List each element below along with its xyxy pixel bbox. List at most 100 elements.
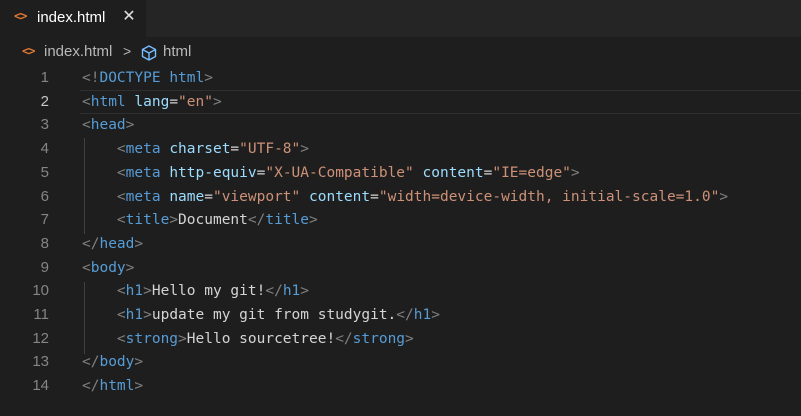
code-token: > [300,283,310,300]
code-line[interactable]: 9 <body> [0,256,801,280]
code-token: > [134,235,144,252]
breadcrumb-file[interactable]: index.html [44,43,112,60]
code-token: </ [335,330,353,347]
code-token: > [143,283,152,300]
code-token: > [204,70,213,86]
code-token: "width=device-width, initial-scale=1.0" [378,188,720,205]
code-text: <title>Document</title> [82,208,318,232]
code-token: h1 [125,307,144,323]
line-number: 4 [40,140,49,158]
code-token: > [719,188,729,205]
code-text: <strong>Hello sourcetree!</strong> [82,327,414,351]
code-line[interactable]: 2 <html lang="en"> [0,89,801,114]
line-number: 8 [40,234,49,252]
code-line[interactable]: 3 <head> [0,113,801,137]
code-token: </ [247,212,266,229]
code-token: DOCTYPE [99,70,170,86]
code-line[interactable]: 11 <h1>update my git from studygit.</h1> [0,303,801,327]
code-token: > [405,330,414,347]
code-token: = [204,188,213,205]
code-text: <meta charset="UTF-8"> [82,137,309,161]
code-token: head [90,117,126,134]
code-text: <html lang="en"> [82,90,222,114]
code-text: </html> [82,374,143,398]
breadcrumb-symbol[interactable]: html [163,43,191,60]
code-text: </head> [82,232,143,256]
code-token: charset [169,141,231,158]
code-line[interactable]: 4 <meta charset="UTF-8"> [0,137,801,161]
code-token: body [99,354,135,371]
code-token: < [116,212,126,229]
code-token: < [116,283,126,300]
code-line[interactable]: 8 </head> [0,232,801,256]
code-line[interactable]: 7 <title>Document</title> [0,208,801,232]
line-number: 2 [40,92,49,110]
code-token: lang [134,93,170,110]
code-token: </ [82,354,100,371]
code-token: body [90,259,126,276]
code-token: > [169,212,179,229]
code-token: "UTF-8" [239,141,301,158]
code-token: < [82,117,91,134]
code-line[interactable]: 1 <!DOCTYPE html> [0,66,801,90]
code-token: Document [178,212,248,229]
line-number: 14 [32,377,49,395]
line-number: 7 [40,211,49,229]
editor-window: <> index.html ✕ <> index.html > html 1 <!… [0,0,801,416]
code-line[interactable]: 10 <h1>Hello my git!</h1> [0,279,801,303]
code-text: <meta name="viewport" content="width=dev… [82,185,728,209]
line-number: 3 [40,116,49,134]
code-token: html [90,93,135,110]
chevron-right-icon: > [123,43,132,59]
code-line[interactable]: 12 <strong>Hello sourcetree!</strong> [0,327,801,351]
code-token: > [178,330,187,347]
code-token: = [370,188,379,205]
line-number: 11 [33,306,49,323]
code-token: < [116,141,126,158]
code-token: </ [396,307,414,323]
code-line[interactable]: 6 <meta name="viewport" content="width=d… [0,185,801,209]
code-token: > [212,93,222,110]
code-token: < [116,330,126,347]
code-token: > [125,259,135,276]
line-number: 6 [40,187,49,205]
tab-label: index.html [37,9,106,26]
line-number: 10 [32,282,49,300]
code-token: > [309,212,318,229]
code-token: http-equiv [169,164,257,181]
code-editor[interactable]: 1 <!DOCTYPE html> 2 <html lang="en"> 3 <head>… [0,66,801,416]
code-token: h1 [413,307,432,323]
line-number: 9 [40,258,49,276]
code-line[interactable]: 13 </body> [0,350,801,374]
close-icon[interactable]: ✕ [120,6,138,28]
line-number: 5 [40,163,49,181]
breadcrumb: <> index.html > html [0,40,801,66]
code-token: < [116,188,126,205]
html-file-icon: <> [22,44,35,58]
html-file-icon: <> [14,9,27,23]
tab-index-html[interactable]: <> index.html ✕ [0,0,146,37]
code-text: <!DOCTYPE html> [82,66,213,90]
code-token: "viewport" [212,188,301,205]
code-token: "en" [178,93,213,110]
code-token: meta [125,141,170,158]
code-text: <meta http-equiv="X-UA-Compatible" conte… [82,161,580,185]
code-text: <head> [82,113,134,137]
code-token: update my git from studygit. [151,307,397,323]
code-token: name [169,188,205,205]
line-number: 1 [40,69,49,86]
code-token: </ [82,235,100,252]
code-token: strong [125,330,179,347]
code-line[interactable]: 5 <meta http-equiv="X-UA-Compatible" con… [0,161,801,185]
code-token: </ [82,378,100,395]
code-line[interactable]: 14 </html> [0,374,801,398]
